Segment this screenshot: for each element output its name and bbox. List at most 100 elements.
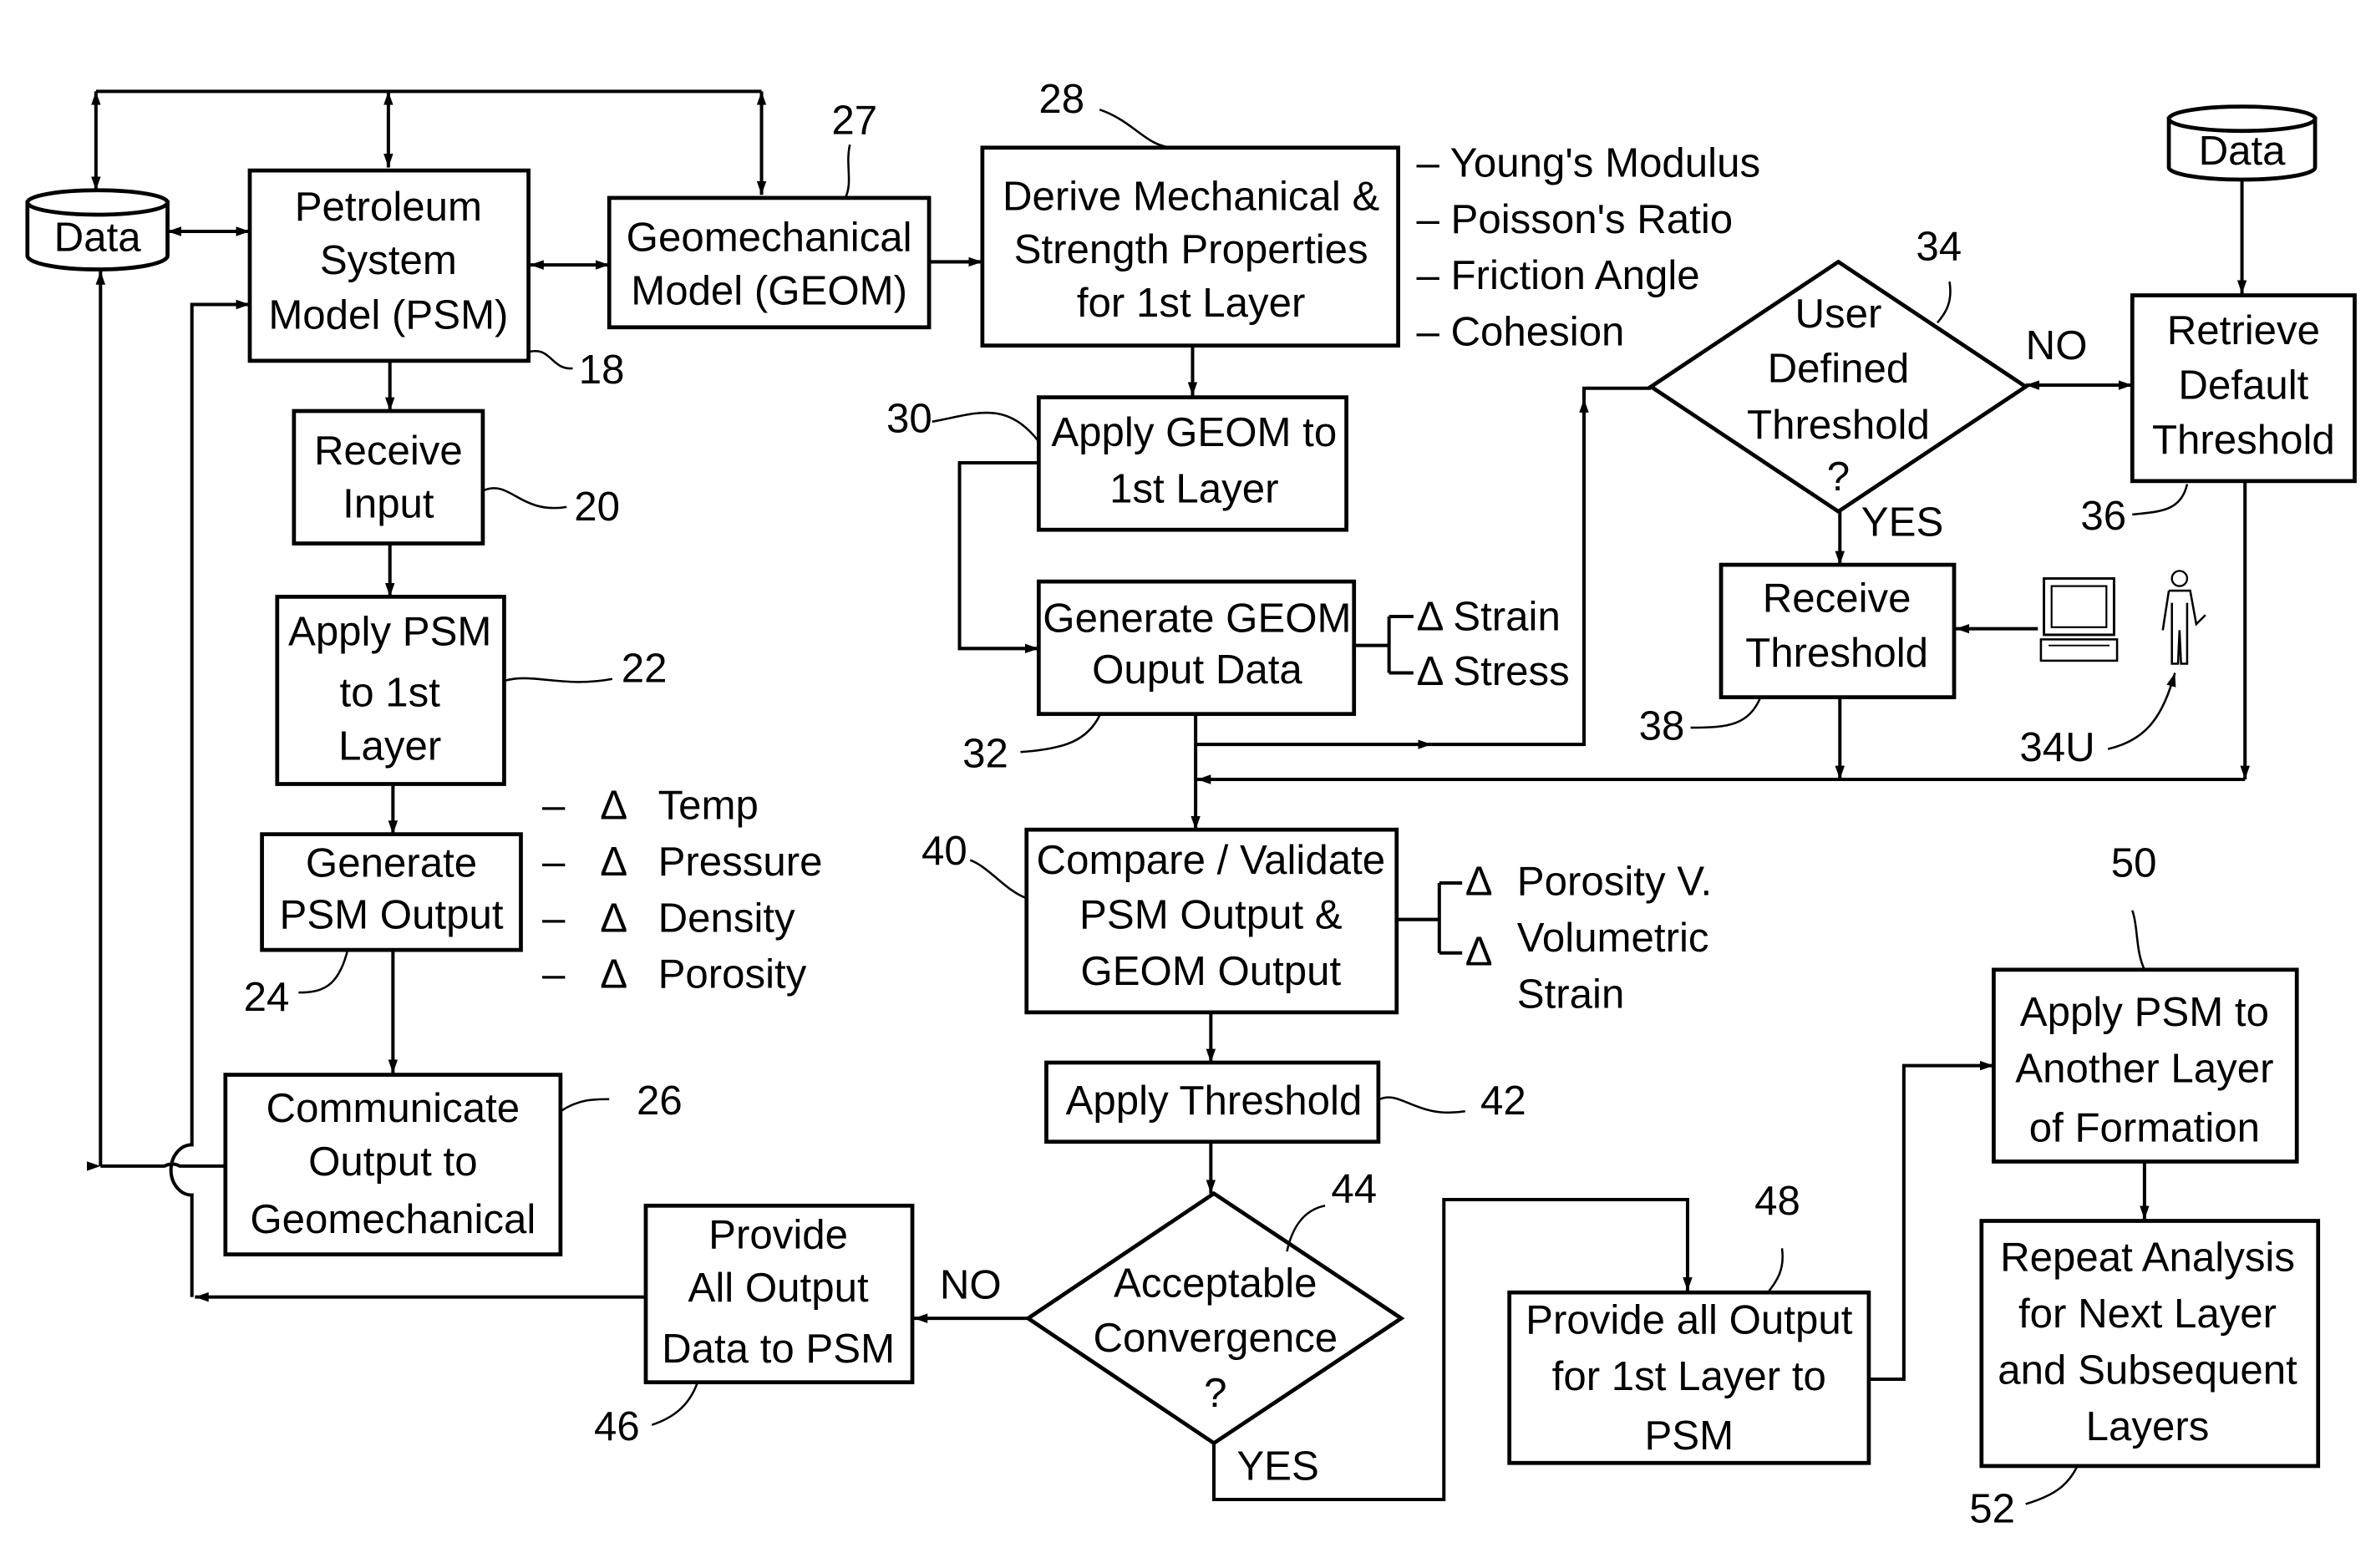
box-geomechanical-model[interactable]: Geomechanical Model (GEOM) bbox=[607, 195, 932, 330]
box-text: Strength Properties bbox=[1014, 226, 1368, 272]
box-text: Generate bbox=[306, 840, 477, 886]
box-text: PSM Output & bbox=[1079, 892, 1343, 938]
ref-numeral: 50 bbox=[2111, 840, 2157, 886]
arrow-applygeom-generategeom bbox=[957, 460, 1039, 654]
data-store-right[interactable]: Data bbox=[2166, 104, 2318, 182]
decision-text: Defined bbox=[1768, 345, 1910, 391]
box-text: Receive bbox=[1763, 576, 1911, 622]
box-text: Provide all Output bbox=[1526, 1297, 1853, 1342]
data-store-left[interactable]: Data bbox=[25, 188, 170, 271]
flowchart: Data Data Petroleum System Model (PSM) G… bbox=[25, 76, 2357, 1531]
box-compare-validate[interactable]: Compare / Validate PSM Output & GEOM Out… bbox=[1024, 827, 1399, 1015]
box-text: Model (GEOM) bbox=[631, 267, 907, 313]
data-store-right-label: Data bbox=[2199, 128, 2287, 174]
geom-outputs-list: Δ Strain Δ Stress bbox=[1416, 593, 1569, 694]
box-derive-properties[interactable]: Derive Mechanical & Strength Properties … bbox=[980, 145, 1400, 348]
box-provide-all-output-psm[interactable]: Provide All Output Data to PSM bbox=[643, 1203, 915, 1385]
box-generate-psm-output[interactable]: Generate PSM Output bbox=[260, 832, 523, 952]
ref-numeral: 28 bbox=[1038, 76, 1084, 122]
box-text: Geomechanical bbox=[250, 1196, 536, 1242]
box-apply-threshold[interactable]: Apply Threshold bbox=[1044, 1060, 1381, 1144]
box-retrieve-default-threshold[interactable]: Retrieve Default Threshold bbox=[2130, 293, 2357, 484]
delta-icon: Δ bbox=[1465, 859, 1493, 905]
branch-label-yes: YES bbox=[1236, 1443, 1318, 1489]
arrow-first-another bbox=[1868, 1060, 1994, 1382]
box-text: Output to bbox=[308, 1139, 477, 1185]
list-item: Volumetric bbox=[1517, 915, 1709, 961]
box-text: Apply GEOM to bbox=[1051, 409, 1337, 455]
box-text: for Next Layer bbox=[2018, 1291, 2277, 1337]
box-text: GEOM Output bbox=[1080, 948, 1341, 994]
box-text: Provide bbox=[708, 1211, 848, 1257]
list-item: – Cohesion bbox=[1416, 309, 1624, 355]
list-item: Temp bbox=[658, 782, 759, 828]
ref-numeral: 18 bbox=[579, 347, 625, 393]
list-item: Δ Strain bbox=[1416, 593, 1560, 639]
delta-icon: Δ bbox=[1465, 928, 1493, 974]
box-apply-psm-first-layer[interactable]: Apply PSM to 1st Layer bbox=[275, 594, 506, 786]
psm-outputs-list: – Δ Temp – Δ Pressure – Δ Density – Δ Po… bbox=[542, 782, 822, 997]
ref-numeral: 36 bbox=[2080, 493, 2126, 539]
decision-text: ? bbox=[1204, 1370, 1226, 1416]
list-dash: – bbox=[542, 782, 566, 828]
ref-numeral: 20 bbox=[574, 484, 620, 530]
box-text: PSM Output bbox=[280, 892, 504, 938]
box-text: for 1st Layer to bbox=[1552, 1353, 1826, 1399]
box-receive-threshold[interactable]: Receive Threshold bbox=[1719, 562, 1957, 699]
box-text: Threshold bbox=[1745, 630, 1928, 676]
box-receive-input[interactable]: Receive Input bbox=[292, 408, 485, 546]
list-item: Pressure bbox=[658, 839, 823, 885]
box-text: Communicate bbox=[267, 1085, 520, 1131]
box-text: 1st Layer bbox=[1109, 465, 1278, 511]
ref-numeral: 44 bbox=[1331, 1166, 1377, 1212]
box-text: for 1st Layer bbox=[1077, 280, 1306, 326]
ref-numeral: 38 bbox=[1639, 703, 1685, 749]
list-item: – Young's Modulus bbox=[1416, 140, 1760, 185]
box-generate-geom-output[interactable]: Generate GEOM Ouput Data bbox=[1036, 579, 1357, 717]
mechanical-properties-list: – Young's Modulus – Poisson's Ratio – Fr… bbox=[1416, 140, 1760, 354]
ref-numeral: 32 bbox=[962, 730, 1008, 776]
box-communicate-output[interactable]: Communicate Output to Geomechanical bbox=[223, 1073, 563, 1256]
list-dash: – bbox=[542, 951, 566, 997]
list-item: – Friction Angle bbox=[1416, 252, 1699, 298]
ref-numeral: 30 bbox=[886, 396, 932, 442]
box-apply-geom-first-layer[interactable]: Apply GEOM to 1st Layer bbox=[1036, 395, 1348, 532]
ref-numeral: 46 bbox=[594, 1403, 640, 1449]
box-repeat-analysis[interactable]: Repeat Analysis for Next Layer and Subse… bbox=[1979, 1219, 2321, 1469]
box-text: Apply PSM to bbox=[2020, 989, 2269, 1035]
box-text: System bbox=[320, 237, 457, 283]
ref-numeral: 24 bbox=[244, 974, 290, 1020]
box-text: of Formation bbox=[2029, 1105, 2260, 1151]
bracket-geom-outputs bbox=[1355, 615, 1414, 675]
list-dash: – bbox=[542, 895, 566, 941]
box-text: Ouput Data bbox=[1092, 647, 1302, 693]
box-text: Geomechanical bbox=[627, 215, 912, 261]
box-text: Threshold bbox=[2152, 417, 2335, 463]
box-petroleum-system-model[interactable]: Petroleum System Model (PSM) bbox=[247, 168, 531, 363]
decision-text: User bbox=[1795, 291, 1881, 337]
box-text: Repeat Analysis bbox=[2000, 1235, 2295, 1281]
decision-user-defined-threshold[interactable]: User Defined Threshold ? bbox=[1647, 259, 2029, 515]
delta-icon: Δ bbox=[600, 839, 627, 885]
branch-label-no: NO bbox=[2026, 322, 2088, 368]
list-item: – Poisson's Ratio bbox=[1416, 196, 1733, 242]
decision-text: ? bbox=[1827, 454, 1850, 500]
box-text: Model (PSM) bbox=[268, 292, 508, 338]
list-item: Porosity bbox=[658, 951, 807, 997]
box-text: Derive Mechanical & bbox=[1003, 173, 1379, 219]
delta-icon: Δ bbox=[600, 782, 627, 828]
box-apply-psm-another-layer[interactable]: Apply PSM to Another Layer of Formation bbox=[1992, 967, 2299, 1164]
decision-text: Convergence bbox=[1093, 1315, 1338, 1361]
box-text: Input bbox=[343, 481, 434, 527]
box-provide-first-layer-psm[interactable]: Provide all Output for 1st Layer to PSM bbox=[1507, 1290, 1871, 1465]
list-item: Strain bbox=[1517, 971, 1625, 1017]
box-text: Layers bbox=[2086, 1403, 2210, 1449]
decision-acceptable-convergence[interactable]: Acceptable Convergence ? bbox=[1024, 1190, 1405, 1446]
list-item: Porosity V. bbox=[1517, 859, 1712, 905]
person-icon bbox=[2161, 570, 2206, 665]
box-text: Petroleum bbox=[295, 184, 482, 230]
box-text: Compare / Validate bbox=[1037, 837, 1386, 883]
delta-icon: Δ bbox=[600, 951, 627, 997]
box-text: Generate GEOM bbox=[1043, 595, 1351, 641]
ref-numeral: 27 bbox=[831, 97, 877, 143]
